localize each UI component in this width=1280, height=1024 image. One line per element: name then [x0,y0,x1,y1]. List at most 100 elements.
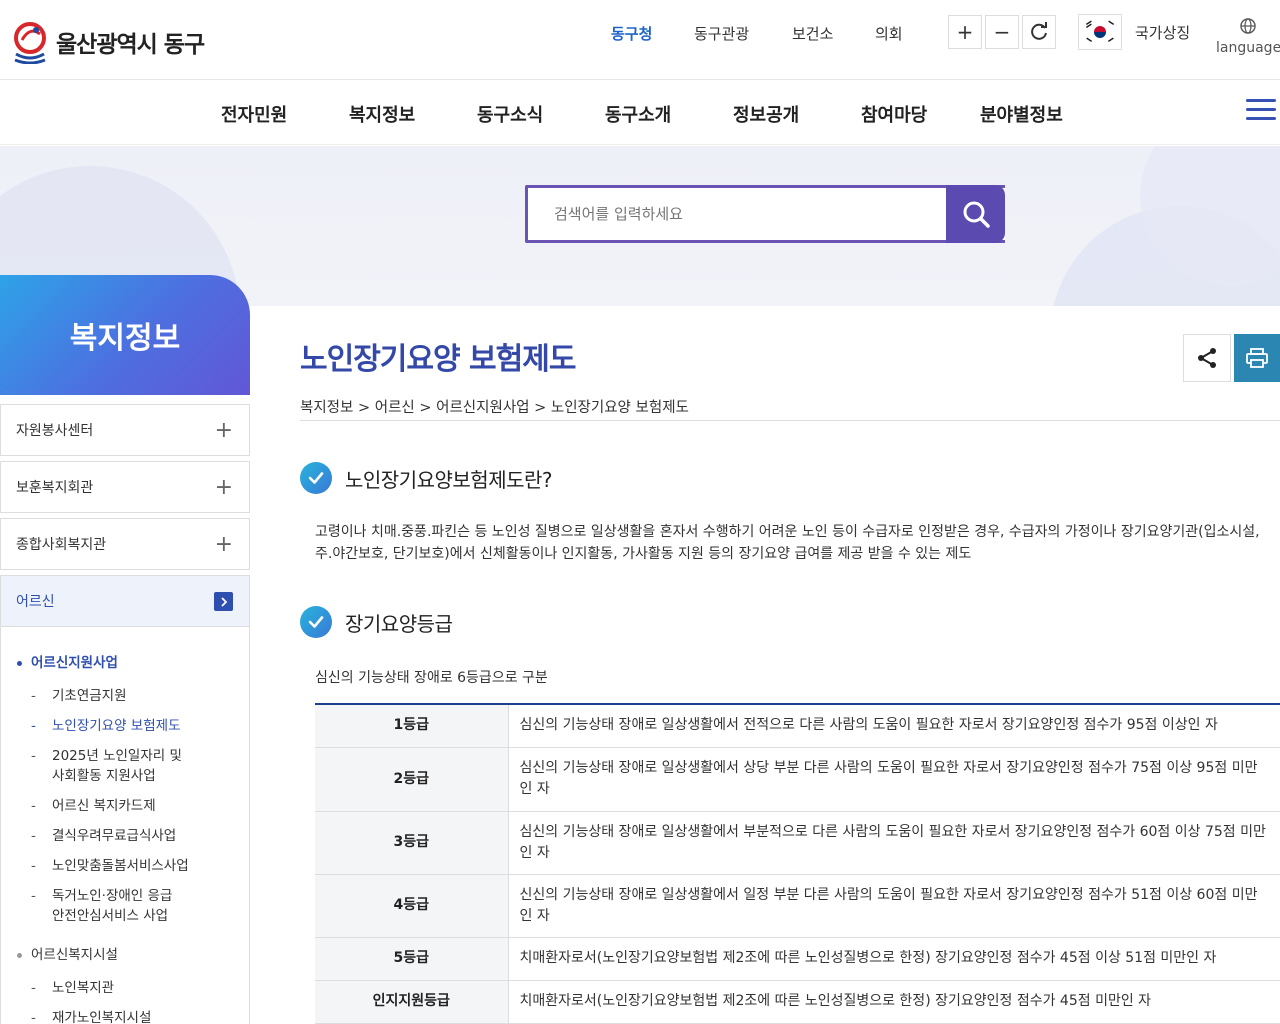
divider [300,420,1280,421]
check-circle-icon [300,606,332,638]
grade-description-cell: 치매환자로서(노인장기요양보험법 제2조에 따른 노인성질병으로 한정) 장기요… [508,937,1280,981]
top-header: 울산광역시 동구 동구청 동구관광 보건소 의회 + − 국가상징 langua… [0,0,1280,80]
check-circle-icon [300,462,332,494]
site-link-tourism[interactable]: 동구관광 [694,23,749,44]
gnb-item-about[interactable]: 동구소개 [605,101,671,127]
submenu-group-senior-support[interactable]: 어르신지원사업 [17,651,118,671]
section-title: 노인장기요양보험제도란? [345,467,553,492]
expand-plus-icon[interactable]: + [215,475,233,500]
submenu-group-label: 어르신복지시설 [31,947,118,963]
gnb-item-e-petition[interactable]: 전자민원 [221,101,287,127]
gnb-item-news[interactable]: 동구소식 [477,101,543,127]
sidebar-item-seniors[interactable]: 어르신 [0,575,250,627]
section-heading: 노인장기요양보험제도란? [300,462,553,494]
bullet-dot-icon [17,952,22,958]
grade-cell: 3등급 [315,811,509,875]
main-navigation: 전자민원 복지정보 동구소식 동구소개 정보공개 참여마당 분야별정보 [0,81,1280,145]
sidebar-title-panel: 복지정보 [0,275,250,395]
sidebar-item-veterans-hall[interactable]: 보훈복지회관 + [0,461,250,513]
chevron-right-icon[interactable] [214,592,233,611]
table-row: 1등급 심신의 기능상태 장애로 일상생활에서 전적으로 다른 사람의 도움이 … [315,704,1280,748]
sidebar-title: 복지정보 [69,321,181,356]
gnb-item-participation[interactable]: 참여마당 [861,101,927,127]
sidebar-submenu: 어르신지원사업 - 기초연금지원 - 노인장기요양 보험제도 -2025년 노인일자… [0,627,250,1024]
table-row: 5등급 치매환자로서(노인장기요양보험법 제2조에 따른 노인성질병으로 한정)… [315,937,1280,981]
submenu-item-welfare-card[interactable]: - 어르신 복지카드제 [31,796,231,816]
submenu-item-label: 노인장기요양 보험제도 [52,718,181,734]
share-icon [1198,348,1216,368]
submenu-item-custom-care[interactable]: - 노인맞춤돌봄서비스사업 [31,856,231,876]
sidebar-item-label: 종합사회복지관 [16,537,107,553]
breadcrumb: 복지정보 > 어르신 > 어르신지원사업 > 노인장기요양 보험제도 [300,400,689,416]
hamburger-menu-icon[interactable] [1246,99,1276,126]
zoom-in-button[interactable]: + [948,15,982,49]
expand-plus-icon[interactable]: + [215,418,233,443]
grade-cell: 5등급 [315,937,509,981]
table-row: 인지지원등급 치매환자로서(노인장기요양보험법 제2조에 따른 노인성질병으로 … [315,980,1280,1024]
submenu-item-ltc-insurance[interactable]: - 노인장기요양 보험제도 [31,716,231,736]
refresh-icon [1031,22,1047,40]
search-button[interactable] [946,185,1005,243]
site-link-council[interactable]: 의회 [875,23,903,44]
search-input[interactable] [554,188,954,240]
grade-cell: 인지지원등급 [315,980,509,1024]
language-label: language [1216,40,1280,56]
sidebar-item-label: 자원봉사센터 [16,423,94,439]
share-button[interactable] [1183,334,1231,382]
page-title: 노인장기요양 보험제도 [300,342,576,377]
gnb-item-welfare[interactable]: 복지정보 [349,101,415,127]
submenu-item-label: 결식우려무료급식사업 [52,828,177,844]
submenu-item-emergency-safety[interactable]: - 독거노인·장애인 응급안전안심서비스 사업 [31,886,231,926]
table-row: 3등급 심신의 기능상태 장애로 일상생활에서 부분적으로 다른 사람의 도움이… [315,811,1280,875]
submenu-group-senior-facilities[interactable]: 어르신복지시설 [17,943,118,963]
table-row: 4등급 신신의 기능상태 장애로 일상생활에서 일정 부분 다른 사람의 도움이… [315,874,1280,938]
submenu-item-label: 노인맞춤돌봄서비스사업 [52,858,189,874]
globe-icon [1240,18,1256,34]
table-row: 2등급 심신의 기능상태 장애로 일상생활에서 상당 부분 다른 사람의 도움이… [315,747,1280,812]
expand-plus-icon[interactable]: + [215,532,233,557]
grade-description-cell: 치매환자로서(노인장기요양보험법 제2조에 따른 노인성질병으로 한정) 장기요… [508,980,1280,1024]
printer-icon [1246,348,1268,368]
submenu-item-free-meal[interactable]: - 결식우려무료급식사업 [31,826,231,846]
submenu-item-basic-pension[interactable]: - 기초연금지원 [31,686,231,706]
submenu-item-senior-jobs[interactable]: -2025년 노인일자리 및 사회활동 지원사업 [31,746,231,786]
search-field[interactable] [525,185,1005,243]
submenu-item-home-care[interactable]: - 재가노인복지시설 [31,1008,231,1024]
grade-description-cell: 심신의 기능상태 장애로 일상생활에서 부분적으로 다른 사람의 도움이 필요한… [508,811,1280,875]
language-selector[interactable]: language [1216,18,1280,56]
submenu-item-label: 기초연금지원 [52,688,127,704]
submenu-item-label: 재가노인복지시설 [52,1010,152,1024]
sidebar-item-welfare-center[interactable]: 종합사회복지관 + [0,518,250,570]
sidebar-menu: 자원봉사센터 + 보훈복지회관 + 종합사회복지관 + 어르신 어르신지원사업 … [0,404,250,1024]
grade-description-cell: 심신의 기능상태 장애로 일상생활에서 상당 부분 다른 사람의 도움이 필요한… [508,747,1280,812]
submenu-group-label: 어르신지원사업 [31,655,118,671]
site-link-health-center[interactable]: 보건소 [792,23,833,44]
print-button[interactable] [1234,334,1280,382]
bullet-dot-icon [17,660,22,666]
national-flag-icon[interactable] [1078,14,1122,50]
submenu-item-label: 독거노인·장애인 응급안전안심서비스 사업 [52,888,173,924]
submenu-item-senior-center[interactable]: - 노인복지관 [31,978,231,998]
grade-cell: 1등급 [315,704,509,748]
gnb-item-info-disclosure[interactable]: 정보공개 [733,101,799,127]
minus-icon: − [993,20,1011,44]
sidebar-item-label: 어르신 [16,594,55,610]
zoom-out-button[interactable]: − [985,15,1019,49]
submenu-item-label: 2025년 노인일자리 및 사회활동 지원사업 [52,748,182,784]
grade-description-cell: 심신의 기능상태 장애로 일상생활에서 전적으로 다른 사람의 도움이 필요한 … [508,704,1280,748]
grade-cell: 2등급 [315,747,509,812]
zoom-reset-button[interactable] [1022,15,1056,49]
site-link-donggu[interactable]: 동구청 [611,23,652,44]
care-grade-table: 1등급 심신의 기능상태 장애로 일상생활에서 전적으로 다른 사람의 도움이 … [315,703,1280,1024]
grade-cell: 4등급 [315,874,509,938]
plus-icon: + [956,20,974,44]
gnb-item-by-field[interactable]: 분야별정보 [980,101,1063,127]
sidebar-item-volunteer-center[interactable]: 자원봉사센터 + [0,404,250,456]
section-heading: 장기요양등급 [300,606,453,638]
sidebar-item-label: 보훈복지회관 [16,480,94,496]
submenu-item-label: 어르신 복지카드제 [52,798,156,814]
section-title: 장기요양등급 [345,611,453,636]
national-symbol-link[interactable]: 국가상징 [1135,22,1190,43]
section-subtitle: 심신의 기능상태 장애로 6등급으로 구분 [315,670,548,686]
grade-description-cell: 신신의 기능상태 장애로 일상생활에서 일정 부분 다른 사람의 도움이 필요한… [508,874,1280,938]
